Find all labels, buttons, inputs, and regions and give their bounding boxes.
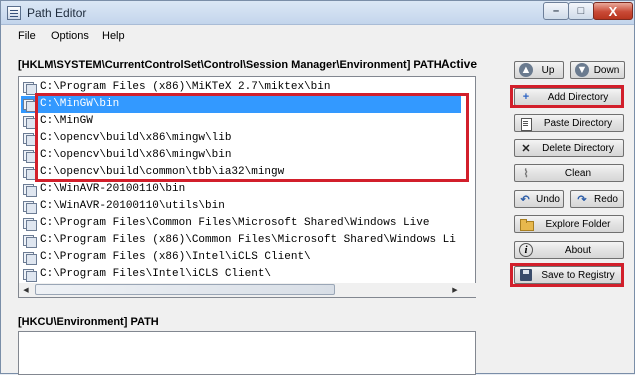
hklm-path-title: [HKLM\SYSTEM\CurrentControlSet\Control\S… [18, 59, 442, 71]
folders-icon [23, 115, 37, 129]
scroll-left-arrow-icon[interactable]: ◀ [19, 283, 33, 297]
folders-icon [23, 132, 37, 146]
folders-icon [23, 149, 37, 163]
close-button[interactable]: X [593, 2, 633, 20]
folders-icon [23, 268, 37, 282]
maximize-button[interactable]: □ [568, 2, 594, 20]
folders-icon [23, 98, 37, 112]
menu-file[interactable]: File [18, 30, 36, 42]
list-item[interactable]: C:\WinAVR-20100110\bin [21, 181, 461, 198]
scroll-right-arrow-icon[interactable]: ▶ [448, 283, 462, 297]
paste-directory-button[interactable]: Paste Directory [514, 114, 624, 132]
horizontal-scroll-thumb[interactable] [35, 284, 335, 295]
folders-icon [23, 217, 37, 231]
folders-icon [23, 183, 37, 197]
menu-options[interactable]: Options [51, 30, 89, 42]
folders-icon [23, 200, 37, 214]
about-button[interactable]: i About [514, 241, 624, 259]
delete-directory-button[interactable]: ✕ Delete Directory [514, 139, 624, 157]
save-icon [519, 268, 533, 282]
list-item[interactable]: C:\Program Files\Common Files\Microsoft … [21, 215, 461, 232]
arrow-down-icon: ▼ [575, 63, 589, 77]
hkcu-path-list[interactable] [18, 331, 476, 375]
list-item[interactable]: C:\opencv\build\x86\mingw\lib [21, 130, 461, 147]
info-icon: i [519, 243, 533, 257]
menu-help[interactable]: Help [102, 30, 125, 42]
plus-icon: + [522, 91, 530, 103]
list-item[interactable]: C:\Program Files (x86)\Intel\iCLS Client… [21, 249, 461, 266]
redo-button[interactable]: ↷ Redo [570, 190, 624, 208]
undo-icon: ↶ [520, 193, 530, 206]
down-button[interactable]: ▼ Down [570, 61, 625, 79]
title-bar[interactable]: Path Editor – □ X [1, 1, 634, 25]
save-to-registry-button[interactable]: Save to Registry [514, 266, 624, 284]
list-item[interactable]: C:\MinGW [21, 113, 461, 130]
horizontal-scrollbar[interactable]: ◀ ▶ [19, 283, 476, 297]
hkcu-path-title: [HKCU\Environment] PATH [18, 316, 159, 328]
up-button[interactable]: ▲ Up [514, 61, 564, 79]
path-editor-window: Path Editor – □ X File Options Help [HKL… [0, 0, 635, 375]
folders-icon [23, 251, 37, 265]
folders-icon [23, 166, 37, 180]
list-item[interactable]: C:\WinAVR-20100110\utils\bin [21, 198, 461, 215]
app-icon [7, 6, 21, 20]
folders-icon [23, 81, 37, 95]
window-title: Path Editor [27, 6, 87, 20]
clean-button[interactable]: ⌇ Clean [514, 164, 624, 182]
arrow-up-icon: ▲ [519, 63, 533, 77]
list-item[interactable]: C:\Program Files\Intel\iCLS Client\ [21, 266, 461, 283]
broom-icon: ⌇ [523, 167, 529, 180]
folders-icon [23, 234, 37, 248]
paste-icon [519, 116, 533, 131]
explore-folder-button[interactable]: Explore Folder [514, 215, 624, 233]
redo-icon: ↷ [577, 193, 587, 206]
list-item[interactable]: C:\opencv\build\common\tbb\ia32\mingw [21, 164, 461, 181]
active-label: Active [441, 57, 478, 71]
list-item[interactable]: C:\opencv\build\x86\mingw\bin [21, 147, 461, 164]
x-icon: ✕ [521, 142, 531, 155]
hklm-path-list[interactable]: C:\Program Files (x86)\MiKTeX 2.7\miktex… [18, 76, 476, 298]
undo-button[interactable]: ↶ Undo [514, 190, 564, 208]
list-item[interactable]: C:\Program Files (x86)\Common Files\Micr… [21, 232, 461, 249]
folder-icon [519, 217, 534, 231]
list-item[interactable]: C:\Program Files (x86)\MiKTeX 2.7\miktex… [21, 79, 461, 96]
minimize-button[interactable]: – [543, 2, 569, 20]
add-directory-button[interactable]: + Add Directory [514, 88, 624, 106]
menu-bar: File Options Help [1, 26, 634, 46]
list-item-selected[interactable]: C:\MinGW\bin [21, 96, 461, 113]
